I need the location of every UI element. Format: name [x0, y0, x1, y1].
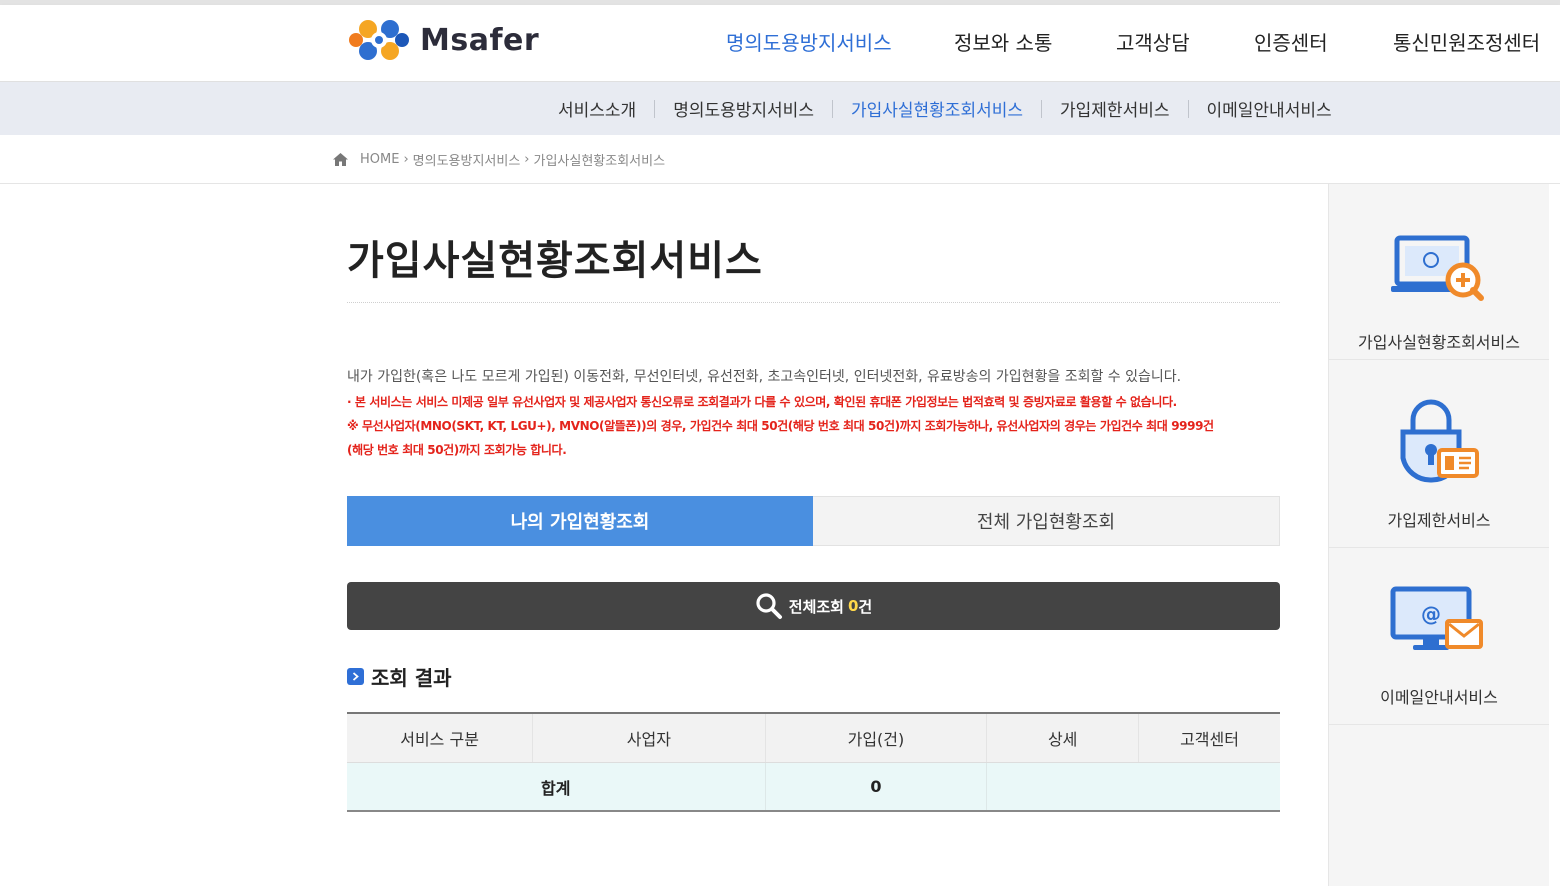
subnav-subscription-status[interactable]: 가입사실현황조회서비스: [833, 96, 1041, 121]
nav-complaint-mediation[interactable]: 통신민원조정센터: [1393, 27, 1540, 56]
table-total-row: 합계 0: [347, 762, 1280, 812]
total-label: 합계: [347, 762, 766, 812]
main-nav: 명의도용방지서비스 정보와 소통 고객상담 인증센터 통신민원조정센터: [0, 27, 1560, 57]
notice-text-2b: (해당 번호 최대 50건)까지 조회가능 합니다.: [347, 443, 567, 457]
result-section-title: 조회 결과: [347, 662, 452, 691]
col-detail: 상세: [986, 712, 1140, 763]
subnav-subscription-restriction[interactable]: 가입제한서비스: [1042, 96, 1187, 121]
subnav-identity-theft[interactable]: 명의도용방지서비스: [655, 96, 832, 121]
nav-identity-theft-prevention[interactable]: 명의도용방지서비스: [726, 27, 892, 56]
breadcrumb-separator: ›: [524, 152, 530, 167]
nav-certification-center[interactable]: 인증센터: [1254, 27, 1328, 56]
result-section-label: 조회 결과: [371, 666, 452, 690]
search-icon: [756, 593, 782, 619]
title-divider: [347, 302, 1280, 303]
lookup-tabs: 나의 가입현황조회 전체 가입현황조회: [347, 496, 1280, 546]
col-customer-center: 고객센터: [1138, 712, 1280, 763]
subnav-email-notice[interactable]: 이메일안내서비스: [1189, 96, 1350, 121]
lock-card-icon: [1400, 399, 1479, 483]
tab-my-subscriptions[interactable]: 나의 가입현황조회: [347, 496, 813, 546]
sidebar-card-subscription-restriction[interactable]: 가입제한서비스: [1329, 372, 1549, 548]
col-provider: 사업자: [532, 712, 766, 763]
breadcrumb-home[interactable]: HOME: [360, 152, 399, 167]
col-subscription-count: 가입(건): [765, 712, 988, 763]
total-lookup-unit: 건: [858, 597, 873, 616]
breadcrumb-level1[interactable]: 명의도용방지서비스: [413, 150, 521, 169]
col-service-type: 서비스 구분: [347, 712, 534, 763]
breadcrumb-separator: ›: [403, 152, 409, 167]
page-title: 가입사실현황조회서비스: [347, 238, 763, 284]
total-lookup-button[interactable]: 전체조회 0 건: [347, 582, 1280, 630]
nav-info-communication[interactable]: 정보와 소통: [954, 27, 1052, 56]
total-empty-cell: [986, 762, 1280, 812]
monitor-email-icon: @: [1390, 586, 1483, 650]
result-table: 서비스 구분 사업자 가입(건) 상세 고객센터 합계 0: [347, 712, 1280, 812]
breadcrumb: HOME › 명의도용방지서비스 › 가입사실현황조회서비스: [333, 150, 665, 169]
notice-text-1: · 본 서비스는 서비스 미제공 일부 유선사업자 및 제공사업자 통신오류로 …: [347, 395, 1177, 409]
total-lookup-count: 0: [847, 597, 859, 615]
svg-text:@: @: [1421, 602, 1441, 626]
subnav-service-intro[interactable]: 서비스소개: [540, 96, 654, 121]
site-header: Msafer 명의도용방지서비스 정보와 소통 고객상담 인증센터 통신민원조정…: [0, 5, 1560, 82]
page-description: 내가 가입한(혹은 나도 모르게 가입된) 이동전화, 무선인터넷, 유선전화,…: [347, 369, 1182, 385]
chevron-right-icon: [347, 668, 364, 685]
total-value: 0: [765, 762, 988, 812]
breadcrumb-level2: 가입사실현황조회서비스: [533, 154, 666, 169]
nav-customer-consultation[interactable]: 고객상담: [1116, 27, 1190, 56]
notice-text-2a: ※ 무선사업자(MNO(SKT, KT, LGU+), MVNO(알뜰폰))의 …: [347, 419, 1214, 433]
sub-nav: 서비스소개 명의도용방지서비스 가입사실현황조회서비스 가입제한서비스 이메일안…: [0, 82, 1560, 135]
tab-all-subscriptions[interactable]: 전체 가입현황조회: [813, 496, 1280, 546]
sidebar-card-label: 이메일안내서비스: [1380, 688, 1498, 707]
table-header-row: 서비스 구분 사업자 가입(건) 상세 고객센터: [347, 712, 1280, 763]
home-icon[interactable]: [333, 153, 348, 166]
right-sidebar: 가입사실현황조회서비스 가입제한서비스 @ 이메일안내서비스: [1328, 184, 1549, 886]
sidebar-card-email-notice[interactable]: @ 이메일안내서비스: [1329, 549, 1549, 725]
breadcrumb-bar: HOME › 명의도용방지서비스 › 가입사실현황조회서비스: [0, 135, 1560, 184]
sidebar-card-subscription-status[interactable]: 가입사실현황조회서비스: [1329, 184, 1549, 360]
sidebar-card-label: 가입제한서비스: [1387, 511, 1491, 530]
sidebar-card-label: 가입사실현황조회서비스: [1358, 333, 1520, 352]
laptop-search-icon: [1391, 235, 1484, 301]
total-lookup-label: 전체조회: [788, 597, 844, 616]
